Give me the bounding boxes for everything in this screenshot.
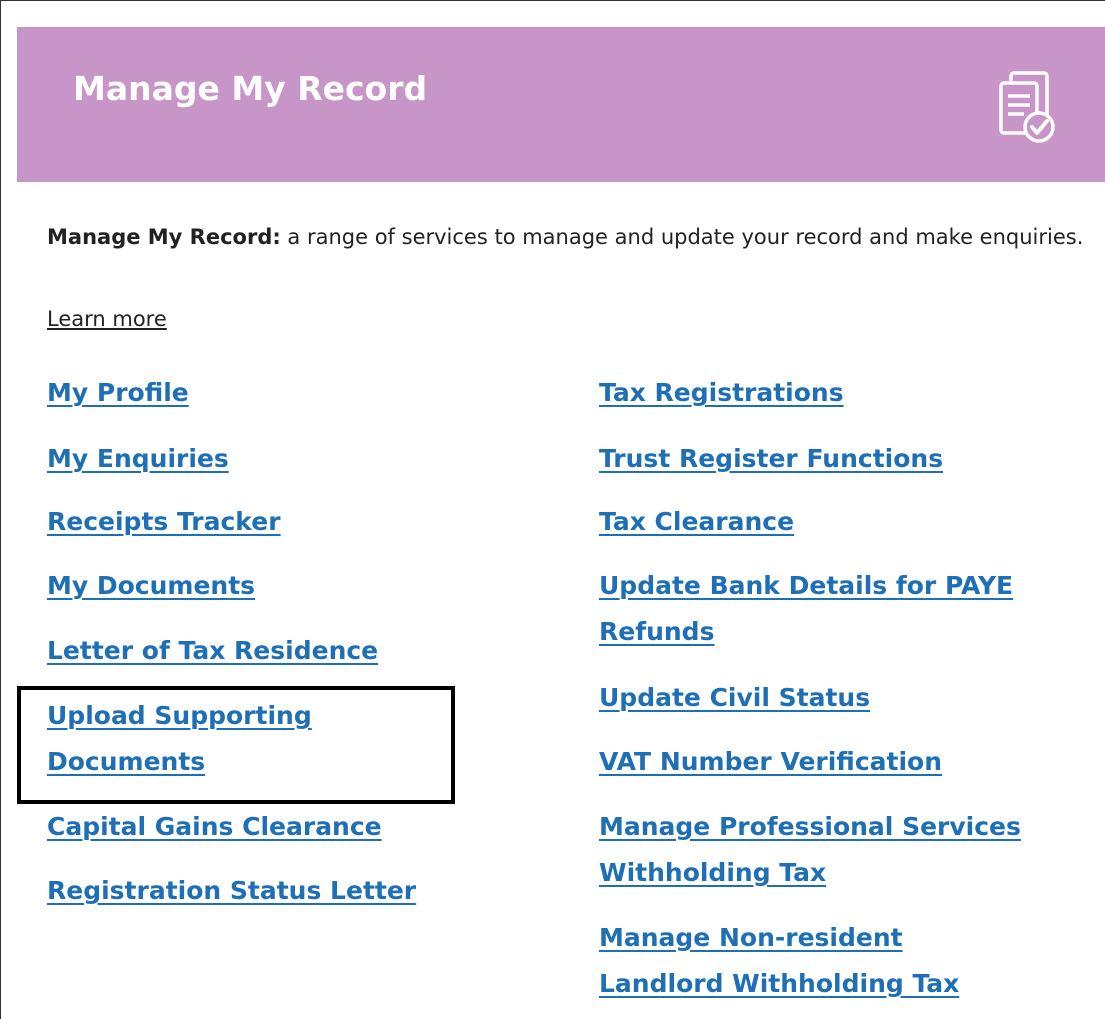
- link-update-bank-details-line2[interactable]: Refunds: [599, 608, 714, 656]
- link-trust-register-functions[interactable]: Trust Register Functions: [599, 435, 943, 483]
- link-capital-gains-clearance[interactable]: Capital Gains Clearance: [47, 803, 382, 851]
- link-non-resident-landlord-wht-line2[interactable]: Landlord Withholding Tax: [599, 960, 959, 1008]
- intro-text: Manage My Record: a range of services to…: [47, 219, 1087, 255]
- link-non-resident-landlord-wht-line1[interactable]: Manage Non-resident: [599, 914, 903, 962]
- intro-bold-label: Manage My Record:: [47, 225, 281, 249]
- manage-my-record-panel: Manage My Record Manage My Record: a ran…: [0, 0, 1105, 1019]
- link-update-bank-details-line1[interactable]: Update Bank Details for PAYE: [599, 562, 1013, 610]
- highlight-box: [17, 686, 455, 804]
- panel-header: Manage My Record: [17, 27, 1105, 182]
- document-checklist-icon: [999, 71, 1055, 143]
- panel-title: Manage My Record: [73, 69, 428, 108]
- learn-more-link[interactable]: Learn more: [47, 301, 167, 337]
- link-letter-of-tax-residence[interactable]: Letter of Tax Residence: [47, 627, 378, 675]
- link-my-enquiries[interactable]: My Enquiries: [47, 435, 229, 483]
- link-vat-number-verification[interactable]: VAT Number Verification: [599, 738, 942, 786]
- link-my-profile[interactable]: My Profile: [47, 369, 189, 417]
- intro-description: a range of services to manage and update…: [280, 225, 1084, 249]
- link-tax-registrations[interactable]: Tax Registrations: [599, 369, 844, 417]
- link-receipts-tracker[interactable]: Receipts Tracker: [47, 498, 281, 546]
- link-professional-services-wht-line2[interactable]: Withholding Tax: [599, 849, 826, 897]
- link-update-civil-status[interactable]: Update Civil Status: [599, 674, 870, 722]
- link-my-documents[interactable]: My Documents: [47, 562, 255, 610]
- link-tax-clearance[interactable]: Tax Clearance: [599, 498, 794, 546]
- link-registration-status-letter[interactable]: Registration Status Letter: [47, 867, 416, 915]
- link-professional-services-wht-line1[interactable]: Manage Professional Services: [599, 803, 1021, 851]
